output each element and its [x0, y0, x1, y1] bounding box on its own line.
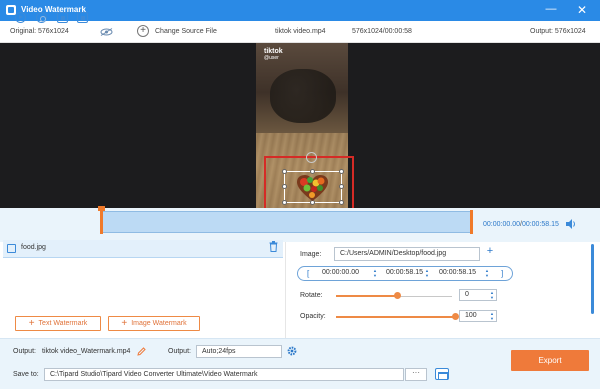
app-logo-icon: [6, 5, 16, 15]
tiktok-logo: tiktok @user: [264, 48, 283, 61]
original-resolution: Original: 576x1024: [10, 28, 69, 35]
trash-icon[interactable]: [269, 241, 278, 252]
start-time-input[interactable]: 00:00:00.00: [322, 269, 369, 279]
rotate-slider-track[interactable]: [397, 296, 452, 297]
rotate-slider-knob[interactable]: [394, 292, 401, 299]
resize-handle[interactable]: [282, 169, 287, 174]
opacity-stepper[interactable]: ▲ ▼: [490, 311, 494, 321]
image-watermark-button[interactable]: + Image Watermark: [108, 316, 200, 331]
save-to-label: Save to:: [13, 371, 39, 378]
info-bar: Original: 576x1024 + Change Source File …: [0, 21, 600, 43]
text-watermark-button[interactable]: + Text Watermark: [15, 316, 101, 331]
end-time-stepper[interactable]: ▲ ▼: [485, 268, 491, 278]
browse-button[interactable]: ···: [405, 368, 427, 381]
image-file-icon: [7, 244, 16, 253]
play-icon[interactable]: [15, 12, 26, 23]
next-frame-icon[interactable]: [57, 12, 68, 23]
output-label: Output:: [13, 348, 36, 355]
change-source-button[interactable]: Change Source File: [155, 28, 217, 35]
export-button[interactable]: Export: [511, 350, 589, 371]
output-format-field[interactable]: Auto;24fps: [196, 345, 282, 358]
output-format-label: Output:: [168, 348, 191, 355]
folder-icon[interactable]: [435, 368, 449, 380]
opacity-slider-knob[interactable]: [452, 313, 459, 320]
resize-handle[interactable]: [339, 169, 344, 174]
time-range-field: [ 00:00:00.00 ▲ ▼ 00:00:58.15 ▲ ▼ 00:00:58…: [297, 266, 513, 281]
rotate-input[interactable]: 0 ▲ ▼: [459, 289, 497, 301]
rotate-label: Rotate:: [300, 292, 323, 299]
rotate-slider-fill: [336, 295, 397, 297]
resize-handle[interactable]: [339, 184, 344, 189]
output-file-name: tiktok video_Watermark.mp4: [42, 348, 131, 355]
start-time-stepper[interactable]: ▲ ▼: [373, 268, 379, 278]
save-path-field[interactable]: C:\Tipard Studio\Tipard Video Converter …: [44, 368, 404, 381]
eye-icon[interactable]: [100, 28, 113, 36]
opacity-input[interactable]: 100 ▲ ▼: [459, 310, 497, 322]
image-label: Image:: [300, 251, 322, 258]
volume-icon[interactable]: [565, 218, 577, 230]
image-path-field[interactable]: C:/Users/ADMIN/Desktop/food.jpg: [334, 247, 480, 261]
list-item[interactable]: food.jpg: [3, 240, 283, 258]
title-bar: Video Watermark — ✕: [0, 0, 600, 21]
gear-icon[interactable]: [287, 346, 297, 356]
time-display: 00:00:00.00/00:00:58.15: [483, 221, 559, 228]
resize-handle[interactable]: [282, 184, 287, 189]
minimize-icon[interactable]: —: [544, 3, 558, 17]
opacity-slider-fill[interactable]: [336, 316, 455, 318]
timeline-track[interactable]: [101, 211, 473, 233]
output-resolution: Output: 576x1024: [530, 28, 586, 35]
watermark-file-name: food.jpg: [21, 244, 46, 251]
source-file-name: tiktok video.mp4: [275, 28, 326, 35]
pencil-icon[interactable]: [137, 347, 146, 356]
rotate-stepper[interactable]: ▲ ▼: [490, 290, 494, 300]
opacity-label: Opacity:: [300, 313, 326, 320]
resize-handle[interactable]: [339, 200, 344, 205]
bottom-bar: [0, 338, 600, 389]
add-image-button[interactable]: +: [484, 245, 496, 259]
settings-scrollbar[interactable]: [591, 244, 594, 314]
stop-icon[interactable]: [36, 12, 47, 23]
end-time-input[interactable]: 00:00:58.15: [439, 269, 486, 279]
source-resolution-duration: 576x1024/00:00:58: [352, 28, 412, 35]
start-trim-handle[interactable]: [100, 210, 103, 234]
end-trim-handle[interactable]: [470, 210, 473, 234]
add-icon[interactable]: +: [137, 25, 149, 37]
snapshot-icon[interactable]: [77, 12, 88, 23]
rotate-handle[interactable]: [306, 152, 317, 163]
close-icon[interactable]: ✕: [574, 2, 590, 18]
duration-time-stepper[interactable]: ▲ ▼: [425, 268, 431, 278]
resize-handle[interactable]: [282, 200, 287, 205]
watermark-image: [297, 175, 328, 201]
